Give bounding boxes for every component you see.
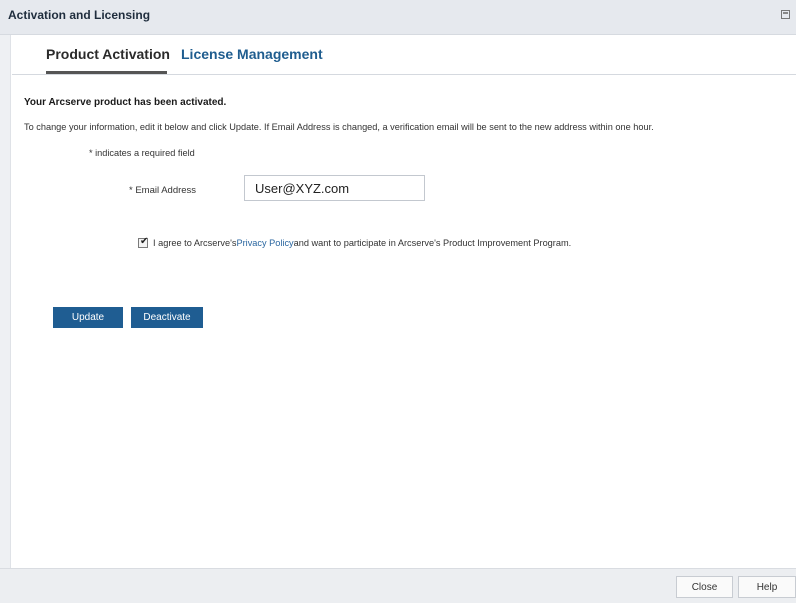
left-panel-edge (0, 35, 11, 568)
required-field-note: * indicates a required field (89, 148, 195, 158)
update-button[interactable]: Update (53, 307, 123, 328)
tab-product-activation[interactable]: Product Activation (46, 46, 170, 62)
dialog-footer: Close Help (0, 568, 796, 603)
agree-suffix-text: and want to participate in Arcserve's Pr… (293, 238, 572, 248)
checkmark-icon: ✔ (140, 236, 149, 247)
deactivate-button[interactable]: Deactivate (131, 307, 203, 328)
activation-status-text: Your Arcserve product has been activated… (24, 97, 227, 108)
email-label: * Email Address (129, 185, 197, 196)
agree-row: ✔ I agree to Arcserve's Privacy Policy a… (138, 236, 572, 248)
window-restore-icon[interactable] (781, 10, 790, 19)
privacy-policy-link[interactable]: Privacy Policy (236, 238, 293, 248)
agree-checkbox[interactable]: ✔ (138, 236, 149, 248)
close-button[interactable]: Close (676, 576, 733, 598)
tab-bar: Product Activation License Management (12, 35, 796, 75)
agree-prefix-text: I agree to Arcserve's (153, 238, 237, 248)
help-button[interactable]: Help (738, 576, 796, 598)
instructions-text: To change your information, edit it belo… (24, 122, 654, 132)
active-tab-indicator (46, 71, 167, 74)
dialog-title: Activation and Licensing (8, 8, 151, 22)
email-input[interactable] (244, 175, 425, 201)
activation-licensing-dialog: Activation and Licensing Product Activat… (0, 0, 796, 603)
tab-license-management[interactable]: License Management (181, 46, 323, 62)
title-bar: Activation and Licensing (0, 0, 796, 35)
